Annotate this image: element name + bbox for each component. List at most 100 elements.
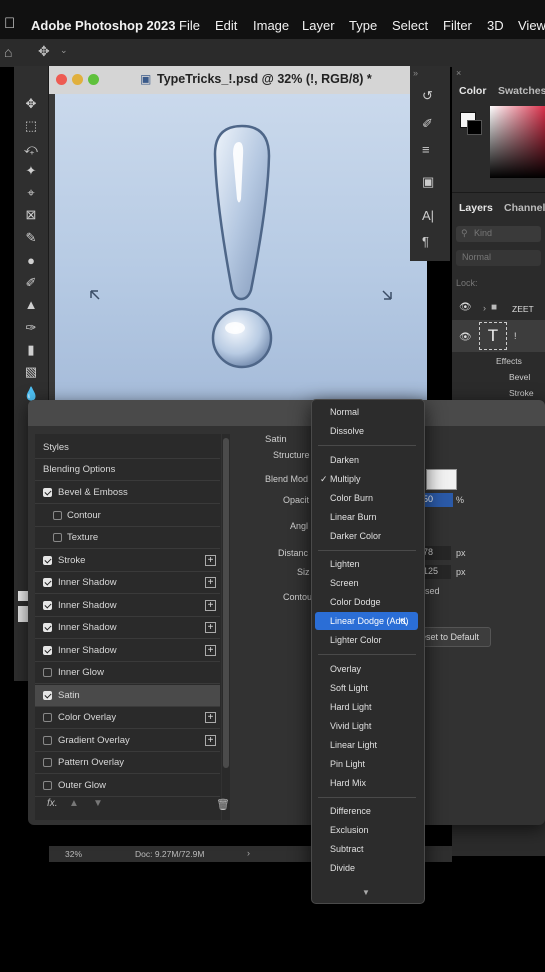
zoom-level[interactable]: 32% — [65, 849, 82, 859]
style-checkbox[interactable] — [43, 555, 52, 565]
blend-mode-option[interactable]: Subtract — [311, 840, 423, 858]
healing-icon[interactable]: ● — [23, 253, 39, 269]
style-checkbox[interactable] — [43, 690, 52, 700]
move-icon[interactable]: ✥ — [23, 96, 39, 112]
blend-mode-option[interactable]: Pin Light — [311, 755, 423, 773]
blend-mode-option[interactable]: Exclusion — [311, 821, 423, 839]
style-item[interactable]: Inner Shadow + — [35, 595, 220, 617]
properties-icon[interactable]: ▣ — [422, 174, 434, 190]
menu-select[interactable]: Select — [392, 18, 428, 33]
style-checkbox[interactable] — [43, 623, 52, 632]
history-icon[interactable]: ↺ — [422, 88, 433, 104]
style-item[interactable]: Satin — [35, 684, 220, 707]
chevron-right-icon[interactable]: › — [483, 303, 486, 313]
blend-mode-option[interactable]: Hard Mix — [311, 774, 423, 792]
dialog-titlebar[interactable] — [28, 400, 545, 426]
menu-layer[interactable]: Layer — [302, 18, 335, 33]
paragraph-icon[interactable]: ¶ — [422, 234, 429, 249]
blend-mode-option[interactable]: Color Dodge — [311, 593, 423, 611]
menu-image[interactable]: Image — [253, 18, 289, 33]
menu-3d[interactable]: 3D — [487, 18, 504, 33]
tab-layers[interactable]: Layers — [459, 202, 493, 214]
menu-type[interactable]: Type — [349, 18, 377, 33]
apple-icon[interactable]:  — [4, 15, 15, 32]
crop-icon[interactable]: ⌖ — [23, 185, 39, 201]
blend-mode-option[interactable]: Linear Light — [311, 736, 423, 754]
layer-name-group[interactable]: ZEET — [512, 304, 534, 314]
menu-file[interactable]: File — [179, 18, 200, 33]
styles-header[interactable]: Styles — [35, 437, 220, 459]
document-titlebar[interactable]: ▣ TypeTricks_!.psd @ 32% (!, RGB/8) * — [49, 66, 410, 94]
stamp-icon[interactable]: ▲ — [23, 297, 39, 313]
blend-mode-option[interactable]: Soft Light — [311, 679, 423, 697]
eraser-icon[interactable]: ▮ — [23, 342, 39, 358]
blend-mode-option[interactable]: Darken — [311, 451, 423, 469]
style-item[interactable]: Inner Glow — [35, 662, 220, 684]
brush-settings-icon[interactable]: ✐ — [422, 116, 433, 132]
effect-bevel[interactable]: Bevel — [509, 372, 530, 382]
foreground-color-swatch[interactable] — [18, 591, 28, 601]
style-item[interactable]: Pattern Overlay — [35, 752, 220, 774]
style-checkbox[interactable] — [43, 780, 52, 790]
add-effect-icon[interactable]: + — [205, 577, 216, 588]
blend-mode-option[interactable]: Difference — [311, 802, 423, 820]
collapse-icon[interactable]: » — [413, 68, 418, 78]
fx-button[interactable]: fx. — [47, 798, 58, 809]
opacity-input[interactable]: 50 — [421, 493, 453, 507]
background-color[interactable] — [467, 120, 482, 135]
add-effect-icon[interactable]: + — [205, 554, 216, 566]
blend-mode-option[interactable]: Darker Color — [311, 527, 423, 545]
blend-mode-option[interactable]: Divide — [311, 859, 423, 877]
style-item[interactable]: Contour — [35, 505, 220, 527]
distance-input[interactable]: 78 — [421, 546, 451, 560]
blend-mode-option[interactable]: Hard Light — [311, 698, 423, 716]
blend-mode-option[interactable]: Color Burn — [311, 489, 423, 507]
frame-icon[interactable]: ⊠ — [23, 207, 39, 223]
history-brush-icon[interactable]: ✑ — [23, 320, 39, 336]
blend-mode-option[interactable]: Vivid Light — [311, 717, 423, 735]
effect-stroke[interactable]: Stroke — [509, 388, 534, 398]
marquee-icon[interactable]: ⬚ — [23, 118, 39, 134]
lasso-icon[interactable]: ⤽ — [23, 141, 39, 157]
blend-mode-option[interactable]: Lighten — [311, 555, 423, 573]
adjust-icon[interactable]: ≡ — [422, 142, 430, 157]
blend-mode-option[interactable]: ✓ Multiply — [311, 470, 423, 488]
blend-mode-option[interactable]: Lighter Color — [311, 631, 423, 649]
gradient-icon[interactable]: ▧ — [23, 364, 39, 380]
style-checkbox[interactable] — [43, 600, 52, 610]
style-item[interactable]: Gradient Overlay + — [35, 730, 220, 752]
color-picker-field[interactable] — [490, 106, 545, 178]
chevron-down-icon[interactable]: ⌄ — [60, 45, 68, 56]
menu-app-name[interactable]: Adobe Photoshop 2023 — [31, 18, 175, 33]
canvas[interactable] — [55, 94, 427, 402]
visibility-eye-icon[interactable]: 👁 — [459, 332, 472, 343]
filter-kind[interactable]: ⚲ Kind — [456, 226, 541, 242]
blend-mode-option[interactable]: Dissolve — [311, 422, 423, 440]
style-item[interactable]: Stroke + — [35, 550, 220, 572]
style-item[interactable]: Bevel & Emboss — [35, 482, 220, 504]
add-effect-icon[interactable]: + — [205, 712, 216, 723]
chevron-right-icon[interactable]: › — [247, 848, 250, 858]
style-checkbox[interactable] — [43, 668, 52, 677]
size-input[interactable]: 125 — [421, 565, 451, 579]
style-checkbox[interactable] — [43, 488, 52, 497]
style-checkbox[interactable] — [43, 645, 52, 655]
menu-filter[interactable]: Filter — [443, 18, 472, 33]
visibility-eye-icon[interactable]: 👁 — [459, 302, 472, 313]
move-up-icon[interactable]: ▲ — [69, 798, 79, 809]
style-checkbox[interactable] — [43, 735, 52, 745]
blend-mode-option[interactable]: Linear Dodge (Add) ↖ — [315, 612, 418, 630]
blend-mode-option[interactable]: Linear Burn — [311, 508, 423, 526]
style-checkbox[interactable] — [53, 510, 62, 520]
reset-to-default-button[interactable]: eset to Default — [417, 627, 491, 647]
satin-color-swatch[interactable] — [426, 469, 457, 490]
trash-icon[interactable]: 🗑 — [216, 798, 230, 811]
layer-name-text[interactable]: ! — [514, 331, 517, 341]
menu-view[interactable]: View — [518, 18, 545, 33]
character-icon[interactable]: A| — [422, 208, 434, 223]
eyedropper-icon[interactable]: ✎ — [23, 230, 39, 246]
blending-options[interactable]: Blending Options — [35, 459, 220, 481]
style-item[interactable]: Texture — [35, 527, 220, 549]
style-item[interactable]: Inner Shadow + — [35, 640, 220, 662]
scroll-down-icon[interactable]: ▼ — [362, 888, 370, 897]
